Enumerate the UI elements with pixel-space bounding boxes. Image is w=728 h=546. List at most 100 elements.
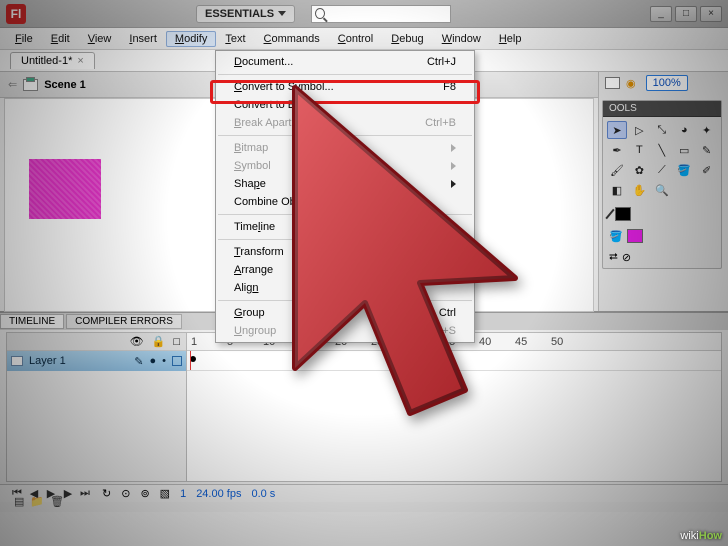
edit-frames-icon[interactable]: ▧ <box>160 487 170 500</box>
menu-timeline[interactable]: Timeline <box>216 218 474 236</box>
menu-modify[interactable]: Modify <box>166 31 216 47</box>
chevron-down-icon <box>278 11 286 16</box>
menu-symbol: Symbol <box>216 157 474 175</box>
swap-colors-icon[interactable]: ⮂ <box>609 251 618 264</box>
text-tool-icon[interactable]: T <box>629 141 649 159</box>
layer-pencil-icon: ✎ <box>134 355 143 368</box>
menu-view[interactable]: View <box>79 31 121 47</box>
menu-help[interactable]: Help <box>490 31 531 47</box>
rectangle-tool-icon[interactable]: ▭ <box>674 141 694 159</box>
close-window-button[interactable]: × <box>700 6 722 22</box>
menu-shape[interactable]: Shape <box>216 175 474 193</box>
menu-edit[interactable]: Edit <box>42 31 79 47</box>
menu-debug[interactable]: Debug <box>382 31 432 47</box>
zoom-tool-icon[interactable]: 🔍 <box>652 181 672 199</box>
menu-convert-to-bitmap[interactable]: Convert to Bitm <box>216 96 474 114</box>
last-frame-icon[interactable]: ⏭ <box>78 488 92 500</box>
lasso-tool-icon[interactable]: ✦ <box>697 121 717 139</box>
menu-arrange[interactable]: Arrange <box>216 261 474 279</box>
subselect-tool-icon[interactable]: ▷ <box>629 121 649 139</box>
paint-bucket-icon[interactable]: 🪣 <box>674 161 694 179</box>
stroke-color-icon <box>605 209 614 219</box>
tools-panel-title: OOLS <box>603 101 721 117</box>
zoom-level[interactable]: 100% <box>646 75 688 91</box>
search-input[interactable] <box>329 7 447 21</box>
hand-tool-icon[interactable]: ✋ <box>629 181 649 199</box>
back-arrow-icon[interactable]: ⇐ <box>8 78 17 91</box>
fill-color-icon: 🪣 <box>609 230 623 243</box>
menu-bitmap: Bitmap <box>216 139 474 157</box>
layer-lock-dot[interactable]: • <box>162 355 166 367</box>
minimize-button[interactable]: _ <box>650 6 672 22</box>
edit-scene-icon[interactable] <box>605 77 620 89</box>
new-folder-icon[interactable]: 📁 <box>30 495 44 508</box>
menu-bar: File Edit View Insert Modify Text Comman… <box>0 28 728 50</box>
eraser-tool-icon[interactable]: ◧ <box>607 181 627 199</box>
deco-tool-icon[interactable]: ✿ <box>629 161 649 179</box>
free-transform-icon[interactable]: ⤡ <box>652 121 672 139</box>
close-tab-icon[interactable]: × <box>77 55 83 67</box>
maximize-button[interactable]: □ <box>675 6 697 22</box>
document-tab[interactable]: Untitled-1* × <box>10 52 95 69</box>
fill-swatch[interactable] <box>627 229 643 243</box>
menu-insert[interactable]: Insert <box>120 31 166 47</box>
loop-icon[interactable]: ↻ <box>102 487 111 500</box>
new-layer-icon[interactable]: ▤ <box>14 495 24 508</box>
menu-control[interactable]: Control <box>329 31 382 47</box>
playhead[interactable] <box>190 351 191 370</box>
menu-window[interactable]: Window <box>433 31 490 47</box>
eye-column-icon[interactable]: 👁 <box>130 335 144 348</box>
outline-column-icon[interactable]: □ <box>173 336 180 348</box>
layer-visible-dot[interactable]: ● <box>149 355 156 367</box>
workspace-switcher[interactable]: ESSENTIALS <box>196 5 295 23</box>
menu-group[interactable]: GroupCtrl <box>216 304 474 322</box>
tab-compiler-errors[interactable]: COMPILER ERRORS <box>66 314 182 329</box>
brush-tool-icon[interactable]: 🖌 <box>607 161 627 179</box>
modify-menu-dropdown: Document... Ctrl+J Convert to Symbol... … <box>215 50 475 343</box>
frame-track[interactable] <box>187 351 721 371</box>
workspace-label: ESSENTIALS <box>205 8 274 20</box>
menu-align[interactable]: Align <box>216 279 474 297</box>
scene-icon <box>23 79 38 91</box>
submenu-arrow-icon <box>451 180 456 188</box>
tab-timeline[interactable]: TIMELINE <box>0 314 64 329</box>
stroke-swatch[interactable] <box>615 207 631 221</box>
layer-name: Layer 1 <box>29 355 66 367</box>
menu-text[interactable]: Text <box>216 31 254 47</box>
menu-document[interactable]: Document... Ctrl+J <box>216 53 474 71</box>
onion-skin-icon[interactable]: ⊙ <box>121 487 130 500</box>
pen-tool-icon[interactable]: ✒ <box>607 141 627 159</box>
delete-layer-icon[interactable]: 🗑 <box>50 495 64 508</box>
3d-rotate-icon[interactable]: ◕ <box>674 121 694 139</box>
line-tool-icon[interactable]: ╲ <box>652 141 672 159</box>
lock-column-icon[interactable]: 🔒 <box>152 335 166 348</box>
pencil-tool-icon[interactable]: ✎ <box>697 141 717 159</box>
selection-tool-icon[interactable]: ➤ <box>607 121 627 139</box>
layer-row[interactable]: Layer 1 ✎ ● • <box>7 351 186 371</box>
menu-ungroup: UngroupCtrl+S <box>216 322 474 340</box>
menu-combine-objects[interactable]: Combine Objec <box>216 193 474 211</box>
fps-display: 24.00 fps <box>196 488 241 500</box>
edit-symbol-icon[interactable]: ◉ <box>626 77 636 90</box>
time-display: 0.0 s <box>251 488 275 500</box>
submenu-arrow-icon <box>451 144 456 152</box>
menu-file[interactable]: File <box>6 31 42 47</box>
no-color-icon[interactable]: ⊘ <box>622 251 631 264</box>
wikihow-watermark: wikiHow <box>680 527 722 542</box>
menu-convert-to-symbol[interactable]: Convert to Symbol... F8 <box>216 78 474 96</box>
selected-shape[interactable] <box>29 159 101 219</box>
layer-outline-box[interactable] <box>172 356 182 366</box>
bone-tool-icon[interactable]: ⟋ <box>652 161 672 179</box>
layer-icon <box>11 356 23 366</box>
search-box[interactable] <box>311 5 451 23</box>
menu-commands[interactable]: Commands <box>255 31 329 47</box>
tools-panel: OOLS ➤ ▷ ⤡ ◕ ✦ ✒ T ╲ ▭ ✎ 🖌 ✿ ⟋ 🪣 ✐ <box>602 100 722 269</box>
menu-transform[interactable]: Transform <box>216 243 474 261</box>
submenu-arrow-icon <box>451 162 456 170</box>
eyedropper-icon[interactable]: ✐ <box>697 161 717 179</box>
onion-outline-icon[interactable]: ⊚ <box>140 487 149 500</box>
scene-label: Scene 1 <box>44 79 86 91</box>
title-bar: Fl ESSENTIALS _ □ × <box>0 0 728 28</box>
search-icon <box>315 8 325 19</box>
submenu-arrow-icon <box>451 248 456 256</box>
